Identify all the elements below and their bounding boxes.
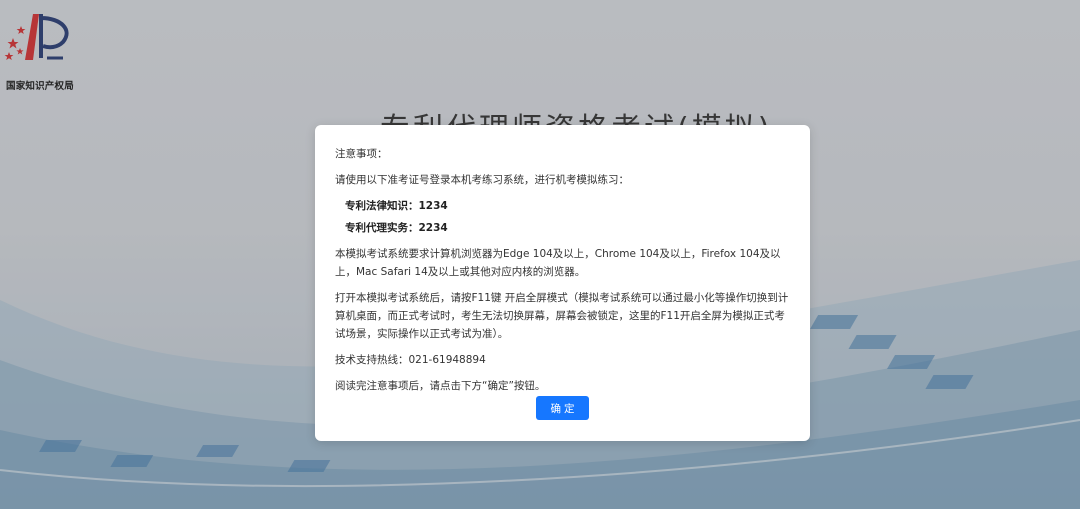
support-hotline: 技术支持热线：021-61948894 (335, 354, 486, 366)
notice-intro: 请使用以下准考证号登录本机考练习系统，进行机考模拟练习： (335, 174, 629, 186)
browser-requirement: 本模拟考试系统要求计算机浏览器为Edge 104及以上，Chrome 104及以… (335, 248, 781, 278)
closing-instruction: 阅读完注意事项后，请点击下方“确定”按钮。 (335, 380, 546, 392)
exam-code-practice: 专利代理实务：2234 (345, 222, 448, 234)
confirm-button[interactable]: 确定 (536, 396, 589, 420)
exam-code-law: 专利法律知识：1234 (345, 200, 448, 212)
notice-heading: 注意事项： (335, 148, 388, 160)
fullscreen-instruction: 打开本模拟考试系统后，请按F11键 开启全屏模式（模拟考试系统可以通过最小化等操… (335, 292, 789, 340)
page: 国家知识产权局 专利代理师资格考试(模拟) 注意事项： 请使用以下准考证号登录本… (0, 0, 1080, 509)
notice-dialog: 注意事项： 请使用以下准考证号登录本机考练习系统，进行机考模拟练习： 专利法律知… (315, 125, 810, 441)
